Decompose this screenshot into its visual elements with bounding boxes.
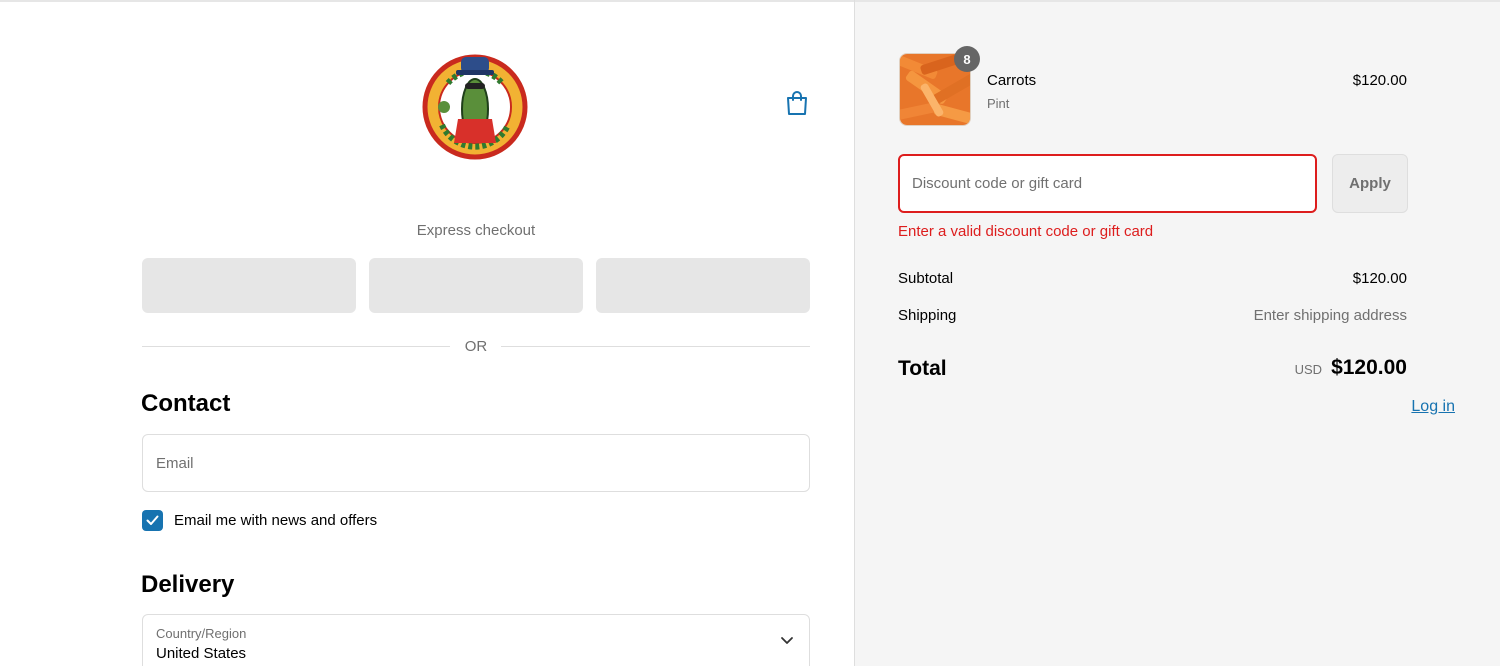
shopping-bag-icon (787, 91, 807, 115)
email-input[interactable] (156, 454, 796, 472)
subtotal-value: $120.00 (1352, 270, 1407, 287)
login-link[interactable]: Log in (1411, 398, 1455, 416)
contact-heading: Contact (141, 390, 231, 417)
total-label: Total (898, 357, 947, 380)
express-checkout-button-2[interactable] (369, 258, 583, 313)
or-separator: OR (142, 338, 810, 356)
product-name: Carrots (987, 72, 1037, 89)
shipping-value: Enter shipping address (1253, 307, 1407, 324)
product-price: $120.00 (1352, 72, 1407, 89)
express-checkout-button-3[interactable] (596, 258, 810, 313)
email-field[interactable] (142, 434, 810, 492)
checkmark-icon (146, 515, 159, 525)
store-logo[interactable] (418, 43, 532, 161)
cart-button[interactable] (783, 89, 811, 117)
chevron-down-icon (781, 637, 793, 644)
delivery-heading: Delivery (141, 571, 235, 598)
discount-error-message: Enter a valid discount code or gift card (898, 223, 1154, 240)
newsletter-label: Email me with news and offers (174, 512, 378, 529)
total-value: $120.00 (1331, 356, 1407, 379)
newsletter-checkbox-row[interactable]: Email me with news and offers (142, 510, 377, 531)
newsletter-checkbox[interactable] (142, 510, 163, 531)
country-value: United States (156, 645, 247, 662)
or-line-right (501, 346, 810, 347)
quantity-badge: 8 (954, 46, 980, 72)
pickle-mascot-logo-icon (422, 54, 528, 160)
subtotal-label: Subtotal (898, 270, 954, 287)
product-variant: Pint (987, 96, 1010, 111)
total-currency: USD (1294, 362, 1323, 377)
country-select[interactable]: Country/Region United States (142, 614, 810, 666)
country-label: Country/Region (156, 626, 247, 641)
apply-button[interactable]: Apply (1332, 154, 1408, 213)
total-amount: USD $120.00 (1295, 356, 1407, 380)
express-checkout-label: Express checkout (416, 222, 536, 239)
express-checkout-button-1[interactable] (142, 258, 356, 313)
discount-input[interactable] (912, 175, 1303, 192)
discount-field[interactable] (898, 154, 1317, 213)
shipping-label: Shipping (898, 307, 957, 324)
